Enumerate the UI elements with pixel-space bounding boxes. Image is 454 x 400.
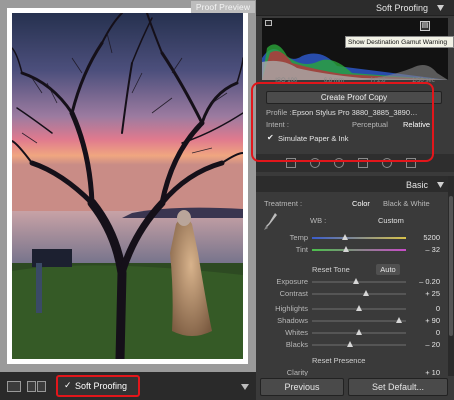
before-after-icon[interactable] (27, 381, 36, 392)
treatment-color-option[interactable]: Color (352, 199, 370, 208)
contrast-label: Contrast (279, 289, 308, 298)
tint-slider-row: Tint – 32 (256, 245, 454, 256)
adjustment-brush-icon[interactable] (406, 158, 416, 168)
proof-preview-area: Proof Preview (0, 0, 256, 372)
clarity-slider-row: Clarity + 10 (256, 368, 454, 376)
set-default-button[interactable]: Set Default... (348, 378, 448, 396)
preview-photo[interactable] (12, 13, 243, 359)
blacks-slider[interactable] (312, 344, 406, 346)
before-after-split-icon[interactable] (37, 381, 46, 392)
blacks-label: Blacks (285, 340, 308, 349)
red-eye-icon[interactable] (334, 158, 344, 168)
shadow-clip-indicator[interactable] (265, 20, 272, 26)
shadows-label: Shadows (277, 316, 308, 325)
panel-scrollbar-thumb[interactable] (449, 196, 453, 336)
graduated-filter-icon[interactable] (358, 158, 368, 168)
temp-slider-thumb[interactable] (342, 234, 348, 240)
gamut-warning-tooltip: Show Destination Gamut Warning (345, 36, 454, 48)
readout-iso: ISO 100 (275, 78, 298, 84)
basic-title: Basic (405, 180, 428, 190)
proof-preview-label: Proof Preview (191, 1, 255, 13)
exposure-value[interactable]: – 0.20 (410, 277, 440, 286)
exposure-slider-row: Exposure – 0.20 (256, 277, 454, 288)
contrast-slider[interactable] (312, 293, 406, 295)
tint-value[interactable]: – 32 (410, 245, 440, 254)
readout-focal: 6.8 mm (323, 78, 344, 84)
treatment-label: Treatment : (264, 199, 303, 208)
tint-label: Tint (295, 245, 308, 254)
soft-proofing-checkmark[interactable]: ✓ (64, 380, 72, 391)
toolbar-dropdown-icon[interactable] (241, 384, 249, 390)
temp-slider[interactable] (312, 237, 406, 239)
gamut-warning-icon[interactable]: ▤ (420, 21, 430, 31)
tint-slider-thumb[interactable] (343, 246, 349, 252)
highlights-slider-thumb[interactable] (356, 305, 362, 311)
contrast-value[interactable]: + 25 (410, 289, 440, 298)
simulate-paper-checkbox[interactable]: ✔ (267, 134, 275, 142)
exposure-label: Exposure (276, 277, 308, 286)
intent-perceptual-option[interactable]: Perceptual (352, 120, 388, 129)
histogram-readout: ISO 100 6.8 mm f / 2.8 1/50 sec (262, 78, 448, 86)
develop-right-panel: Soft Proofing ▤ Show Destination Gamut W… (256, 0, 454, 400)
highlights-slider-row: Highlights 0 (256, 304, 454, 315)
tool-strip (256, 154, 454, 172)
exposure-slider[interactable] (312, 281, 406, 283)
spot-removal-icon[interactable] (310, 158, 320, 168)
blacks-slider-row: Blacks – 20 (256, 340, 454, 351)
exposure-slider-thumb[interactable] (353, 278, 359, 284)
readout-aperture: f / 2.8 (370, 78, 386, 84)
highlights-label: Highlights (275, 304, 308, 313)
create-proof-copy-button[interactable]: Create Proof Copy (266, 91, 442, 104)
contrast-slider-thumb[interactable] (363, 290, 369, 296)
reset-presence-heading[interactable]: Reset Presence (312, 356, 365, 365)
radial-filter-icon[interactable] (382, 158, 392, 168)
contrast-slider-row: Contrast + 25 (256, 289, 454, 300)
white-balance-eyedropper-icon[interactable] (264, 212, 278, 230)
reset-tone-heading[interactable]: Reset Tone (312, 265, 350, 274)
shadows-slider-thumb[interactable] (396, 317, 402, 323)
soft-proofing-title: Soft Proofing (375, 3, 428, 13)
shadows-slider[interactable] (312, 320, 406, 322)
whites-slider-row: Whites 0 (256, 328, 454, 339)
blacks-value[interactable]: – 20 (410, 340, 440, 349)
collapse-triangle-icon[interactable] (437, 5, 444, 11)
treatment-bw-option[interactable]: Black & White (383, 199, 430, 208)
profile-select[interactable]: Epson Stylus Pro 3880_3885_3890… (292, 108, 418, 117)
whites-slider-thumb[interactable] (356, 329, 362, 335)
wb-select[interactable]: Custom (378, 216, 404, 225)
auto-tone-button[interactable]: Auto (376, 264, 400, 275)
intent-label: Intent : (266, 120, 289, 129)
simulate-paper-label[interactable]: Simulate Paper & Ink (278, 134, 348, 143)
whites-value[interactable]: 0 (410, 328, 440, 337)
clarity-label: Clarity (286, 368, 308, 376)
temp-slider-row: Temp 5200 (256, 233, 454, 244)
temp-value[interactable]: 5200 (410, 233, 440, 242)
temp-label: Temp (289, 233, 308, 242)
basic-collapse-triangle-icon[interactable] (437, 182, 444, 188)
photo-frame (7, 8, 248, 364)
previous-button[interactable]: Previous (260, 378, 344, 396)
whites-label: Whites (285, 328, 308, 337)
tint-slider[interactable] (312, 249, 406, 251)
highlights-value[interactable]: 0 (410, 304, 440, 313)
loupe-view-icon[interactable] (7, 381, 21, 392)
intent-relative-option[interactable]: Relative (403, 120, 430, 129)
shadows-value[interactable]: + 90 (410, 316, 440, 325)
profile-label: Profile : (266, 108, 292, 117)
crop-tool-icon[interactable] (286, 158, 296, 168)
wb-label: WB : (310, 216, 327, 225)
shadows-slider-row: Shadows + 90 (256, 316, 454, 327)
soft-proofing-toggle-label[interactable]: Soft Proofing (75, 381, 127, 391)
blacks-slider-thumb[interactable] (347, 341, 353, 347)
readout-shutter: 1/50 sec (412, 78, 435, 84)
clarity-value[interactable]: + 10 (410, 368, 440, 376)
